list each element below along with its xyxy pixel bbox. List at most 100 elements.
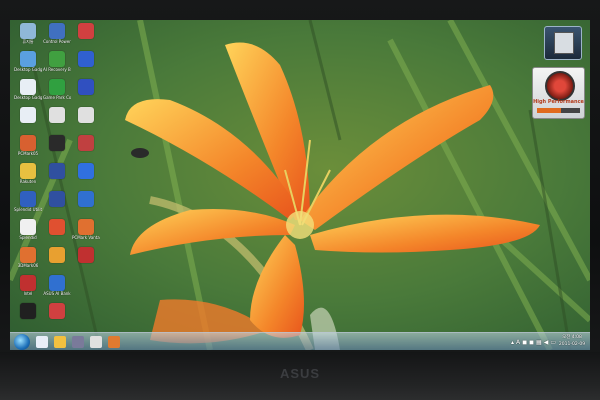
desktop-icon[interactable] — [43, 191, 71, 207]
desktop-icon[interactable]: PCMark Vantage — [72, 219, 100, 240]
desktop-icon[interactable]: AI Recovery Burner — [43, 51, 71, 72]
desktop-icon[interactable] — [72, 191, 100, 207]
desktop-icon[interactable] — [14, 107, 42, 123]
desktop-icon[interactable]: Splendid — [14, 219, 42, 240]
app-icon — [20, 163, 36, 179]
desktop-icon[interactable]: Splendid Utility — [14, 191, 42, 212]
power-level-fill — [537, 108, 561, 113]
desktop-icon-label: Control Power — [43, 39, 71, 44]
app-icon — [20, 247, 36, 263]
app-icon — [78, 163, 94, 179]
brand-logo: ASUS — [279, 366, 321, 381]
power-mode-gadget[interactable]: High Performance — [532, 67, 585, 119]
desktop-icon[interactable]: ASUS AI Bank — [43, 275, 71, 296]
desktop-icon[interactable]: 3DMark06 — [14, 247, 42, 268]
app-icon — [78, 51, 94, 67]
app-icon — [49, 163, 65, 179]
desktop-icon[interactable] — [43, 219, 71, 235]
app-icon — [20, 303, 36, 319]
app-icon — [49, 135, 65, 151]
explorer-taskbar-icon[interactable] — [54, 336, 66, 348]
desktop-icon[interactable] — [72, 79, 100, 95]
app-icon — [49, 303, 65, 319]
desktop-icon[interactable]: Game Park Console — [43, 79, 71, 100]
desktop-icon-label: Rakuten — [19, 179, 37, 184]
app-taskbar-icon[interactable] — [90, 336, 102, 348]
desktop-icon[interactable] — [43, 163, 71, 179]
desktop-icon[interactable] — [72, 107, 100, 123]
app-icon — [49, 107, 65, 123]
start-button[interactable] — [14, 334, 30, 350]
app-icon — [78, 247, 94, 263]
app-icon — [20, 135, 36, 151]
app-icon — [20, 191, 36, 207]
desktop-icon-label: 휴지통 — [22, 39, 34, 44]
power-mode-label: High Performance — [533, 99, 584, 105]
desktop-icon[interactable]: Control Power — [43, 23, 71, 44]
desktop-icon-label: Splendid — [19, 235, 37, 240]
language-indicator[interactable]: A — [516, 339, 520, 346]
tray-arrow-icon[interactable]: ▴ — [511, 339, 514, 346]
desktop-icon[interactable] — [43, 303, 71, 319]
app-icon — [78, 107, 94, 123]
app-icon — [78, 135, 94, 151]
app-icon — [20, 275, 36, 291]
taskbar-clock[interactable]: 오전 4:08 2011-02-09 — [557, 334, 587, 348]
desktop-icon-label: Splendid Utility — [14, 207, 42, 212]
ie-taskbar-icon[interactable] — [36, 336, 48, 348]
app-icon — [78, 79, 94, 95]
desktop-icon[interactable] — [43, 135, 71, 151]
desktop-icon[interactable]: Desktop Gadgets — [14, 79, 42, 100]
cpu-chip-icon — [554, 32, 574, 54]
desktop-icon[interactable]: Desktop Gadget Gallery — [14, 51, 42, 72]
desktop-icon-label: 3DMark06 — [17, 263, 39, 268]
desktop-icon[interactable] — [43, 107, 71, 123]
desktop-icon-label: Intel — [23, 291, 33, 296]
pinned-app-taskbar-icon[interactable] — [108, 336, 120, 348]
media-player-taskbar-icon[interactable] — [72, 336, 84, 348]
tray-app-icon[interactable]: ◼ — [522, 339, 527, 346]
desktop-icon-label: Game Park Console — [43, 95, 71, 100]
app-icon — [78, 219, 94, 235]
cpu-meter-gadget[interactable] — [544, 26, 582, 60]
desktop-icon-label: ASUS AI Bank — [43, 291, 71, 296]
app-icon — [20, 219, 36, 235]
desktop-icon[interactable]: 휴지통 — [14, 23, 42, 44]
app-icon — [49, 51, 65, 67]
desktop-icon[interactable]: Rakuten — [14, 163, 42, 184]
app-icon — [20, 107, 36, 123]
desktop-icon[interactable] — [72, 247, 100, 263]
screen: 휴지통 Desktop Gadget Gallery Desktop Gadgets… — [10, 20, 590, 350]
app-icon — [20, 51, 36, 67]
power-level-bar — [537, 108, 580, 113]
volume-icon[interactable]: ◀ — [544, 339, 549, 346]
desktop-icon[interactable] — [43, 247, 71, 263]
desktop-icon[interactable]: PCMark05 — [14, 135, 42, 156]
network-icon[interactable]: ▦ — [536, 339, 542, 346]
desktop-icon[interactable] — [72, 51, 100, 67]
app-icon — [49, 191, 65, 207]
tray-app-icon[interactable]: ◼ — [529, 339, 534, 346]
desktop-icon-grid: 휴지통 Desktop Gadget Gallery Desktop Gadgets… — [10, 20, 590, 332]
desktop-icon[interactable] — [14, 303, 42, 319]
app-icon — [49, 23, 65, 39]
desktop-icon-label: Desktop Gadget Gallery — [14, 67, 42, 72]
app-icon — [49, 219, 65, 235]
battery-icon[interactable]: ▭ — [550, 339, 556, 346]
desktop-icon[interactable] — [72, 163, 100, 179]
desktop-icon-label: PCMark Vantage — [72, 235, 100, 240]
app-icon — [78, 191, 94, 207]
system-tray: ▴ A ◼ ◼ ▦ ◀ ▭ — [511, 337, 556, 347]
desktop-icon-label: PCMark05 — [17, 151, 39, 156]
app-icon — [49, 79, 65, 95]
desktop-icon-label: AI Recovery Burner — [43, 67, 71, 72]
speedometer-icon — [545, 71, 575, 101]
desktop-icon[interactable] — [72, 23, 100, 39]
desktop-icon[interactable] — [72, 135, 100, 151]
app-icon — [20, 23, 36, 39]
desktop-icon-label: Desktop Gadgets — [14, 95, 42, 100]
desktop-icon[interactable]: Intel — [14, 275, 42, 296]
clock-time: 오전 4:08 — [562, 335, 582, 340]
app-icon — [20, 79, 36, 95]
clock-date: 2011-02-09 — [558, 342, 586, 347]
